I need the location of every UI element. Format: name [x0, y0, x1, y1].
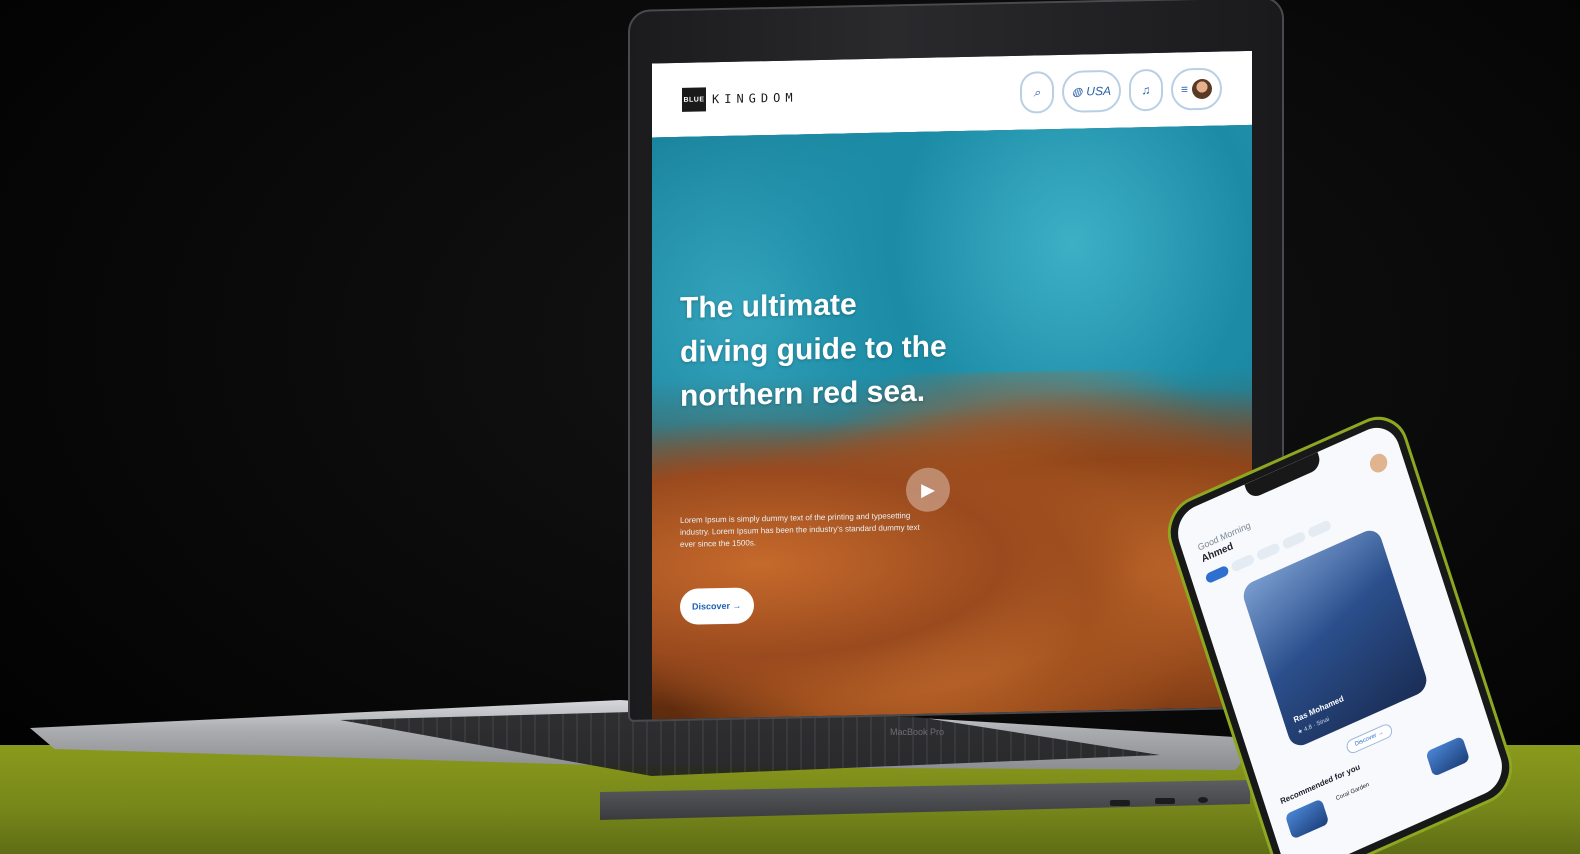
phone-tab[interactable] [1255, 541, 1281, 562]
phone-recommendation-thumb[interactable] [1284, 798, 1330, 840]
hero-section: The ultimate diving guide to the norther… [652, 124, 1252, 720]
globe-icon: ◍ [1071, 84, 1083, 99]
hero-description: Lorem Ipsum is simply dummy text of the … [680, 511, 920, 549]
laptop-lid: BLUE KINGDOM ⌕ ◍ USA ♫ ≡ The ultimate di… [628, 0, 1284, 722]
phone-avatar[interactable] [1367, 450, 1390, 476]
menu-icon: ≡ [1180, 82, 1188, 97]
phone-tab[interactable] [1230, 553, 1256, 573]
language-selector[interactable]: ◍ USA [1061, 69, 1121, 113]
usb-c-port [1155, 798, 1175, 804]
language-label: USA [1086, 83, 1111, 99]
bell-icon: ♫ [1141, 83, 1151, 98]
phone-discover-button[interactable]: Discover → [1344, 722, 1394, 756]
laptop-screen: BLUE KINGDOM ⌕ ◍ USA ♫ ≡ The ultimate di… [652, 50, 1252, 720]
search-button[interactable]: ⌕ [1019, 71, 1054, 114]
phone-tab[interactable] [1281, 530, 1307, 550]
header-nav: ⌕ ◍ USA ♫ ≡ [1019, 67, 1222, 114]
phone-tab[interactable] [1306, 519, 1332, 539]
menu-button[interactable]: ≡ [1170, 67, 1222, 111]
laptop-brand-label: MacBook Pro [890, 727, 945, 737]
search-icon: ⌕ [1033, 84, 1041, 100]
notifications-button[interactable]: ♫ [1128, 68, 1163, 112]
headphone-jack [1198, 797, 1208, 803]
usb-c-port [1110, 800, 1130, 806]
avatar [1192, 78, 1212, 100]
site-header: BLUE KINGDOM ⌕ ◍ USA ♫ ≡ [652, 50, 1252, 138]
discover-button[interactable]: Discover → [680, 587, 754, 625]
phone-recommendation-thumb[interactable] [1425, 735, 1471, 777]
logo-mark: BLUE [682, 87, 706, 112]
phone-recommendation-label: Coral Garden [1335, 781, 1371, 803]
play-icon: ▶ [921, 479, 935, 500]
logo-text: KINGDOM [712, 90, 798, 107]
phone-featured-card[interactable]: Ras Mohamed ★ 4.8 · Sinai [1240, 526, 1430, 750]
hero-title: The ultimate diving guide to the norther… [680, 288, 947, 413]
phone-tab[interactable] [1204, 564, 1230, 585]
site-logo[interactable]: BLUE KINGDOM [682, 85, 798, 112]
